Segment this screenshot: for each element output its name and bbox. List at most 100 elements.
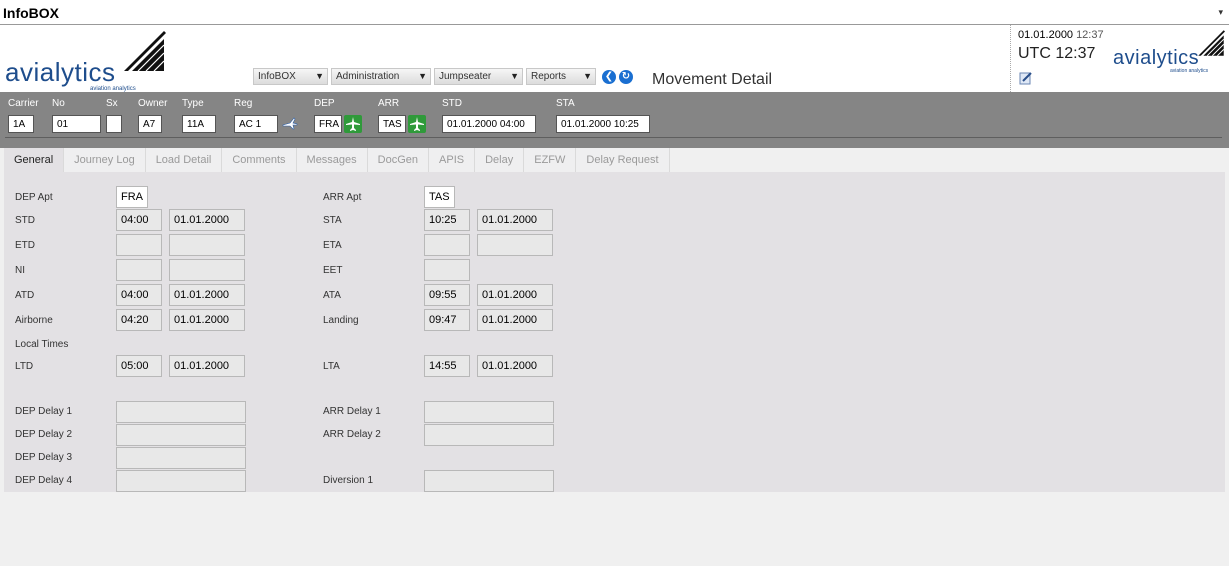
ni-time-field[interactable] — [116, 259, 162, 281]
tab-delay-request[interactable]: Delay Request — [576, 148, 670, 172]
dep-delay-3-field[interactable] — [116, 447, 246, 469]
ltd-date-field[interactable]: 01.01.2000 — [169, 355, 245, 377]
sx-label: Sx — [106, 98, 118, 109]
menu-administration[interactable]: Administration ▼ — [331, 68, 431, 85]
eta-time-field[interactable] — [424, 234, 470, 256]
menu-reports[interactable]: Reports ▼ — [526, 68, 596, 85]
app-titlebar: InfoBOX ▾ — [0, 0, 1229, 25]
menu-jumpseater[interactable]: Jumpseater ▼ — [434, 68, 523, 85]
dep-delay-1-label: DEP Delay 1 — [15, 406, 73, 417]
logo-mark-icon — [1198, 30, 1225, 56]
arr-apt-label: ARR Apt — [323, 192, 362, 203]
ni-date-field[interactable] — [169, 259, 245, 281]
ltd-label: LTD — [15, 361, 34, 372]
std-row-label: STD — [15, 215, 35, 226]
tab-journey-log[interactable]: Journey Log — [64, 148, 146, 172]
arr-delay-2-label: ARR Delay 2 — [323, 429, 381, 440]
sta-field[interactable]: 01.01.2000 10:25 — [556, 115, 650, 133]
arr-delay-2-field[interactable] — [424, 424, 554, 446]
menu-infobox[interactable]: InfoBOX ▼ — [253, 68, 328, 85]
arr-field[interactable]: TAS — [378, 115, 406, 133]
logo-mark-icon — [124, 31, 166, 71]
arrival-airport-plane-icon[interactable] — [408, 115, 426, 133]
tab-apis[interactable]: APIS — [429, 148, 476, 172]
etd-time-field[interactable] — [116, 234, 162, 256]
ltd-time-field[interactable]: 05:00 — [116, 355, 162, 377]
reg-field[interactable]: AC 1 — [234, 115, 278, 133]
ata-time-field[interactable]: 09:55 — [424, 284, 470, 306]
carrier-field[interactable]: 1A — [8, 115, 34, 133]
std-time-field[interactable]: 04:00 — [116, 209, 162, 231]
departure-airport-plane-icon[interactable] — [344, 115, 362, 133]
owner-field[interactable]: A7 — [138, 115, 162, 133]
type-field[interactable]: 11A — [182, 115, 216, 133]
menu-infobox-label: InfoBOX — [258, 71, 296, 82]
window-menu-caret-icon[interactable]: ▾ — [1218, 7, 1223, 18]
logo-wordmark: avialytics — [5, 57, 116, 87]
ata-date-field[interactable]: 01.01.2000 — [477, 284, 553, 306]
eet-time-field[interactable] — [424, 259, 470, 281]
airborne-date-field[interactable]: 01.01.2000 — [169, 309, 245, 331]
aircraft-icon[interactable] — [281, 115, 299, 133]
current-date: 01.01.2000 — [1018, 29, 1074, 41]
std-field[interactable]: 01.01.2000 04:00 — [442, 115, 536, 133]
general-panel: DEP Apt FRA STD 04:00 01.01.2000 ETD NI … — [4, 172, 1225, 492]
logo-tagline-small: aviation analytics — [1170, 68, 1209, 74]
sta-time-field[interactable]: 10:25 — [424, 209, 470, 231]
flight-no-field[interactable]: 01 — [52, 115, 101, 133]
detail-tabs: General Journey Log Load Detail Comments… — [4, 148, 670, 172]
sx-field[interactable] — [106, 115, 122, 133]
arr-label: ARR — [378, 98, 400, 109]
tab-ezfw[interactable]: EZFW — [524, 148, 577, 172]
menu-jumpseater-label: Jumpseater — [439, 71, 492, 82]
tab-comments[interactable]: Comments — [222, 148, 297, 172]
dep-apt-label: DEP Apt — [15, 192, 53, 203]
lta-time-field[interactable]: 14:55 — [424, 355, 470, 377]
airborne-time-field[interactable]: 04:20 — [116, 309, 162, 331]
atd-label: ATD — [15, 290, 35, 301]
flight-info-bar: Carrier No Sx Owner Type Reg DEP ARR STD… — [0, 92, 1229, 148]
dep-delay-2-label: DEP Delay 2 — [15, 429, 73, 440]
dep-field[interactable]: FRA — [314, 115, 342, 133]
ni-label: NI — [15, 265, 25, 276]
current-time: 12:37 — [1076, 29, 1104, 41]
landing-date-field[interactable]: 01.01.2000 — [477, 309, 553, 331]
back-arrow-icon[interactable]: ❮ — [602, 69, 616, 84]
dep-delay-1-field[interactable] — [116, 401, 246, 423]
arr-delay-1-label: ARR Delay 1 — [323, 406, 381, 417]
current-datetime: 01.01.2000 12:37 — [1018, 29, 1104, 41]
utc-clock: UTC 12:37 — [1018, 45, 1096, 62]
tab-docgen[interactable]: DocGen — [367, 148, 430, 172]
dep-delay-4-field[interactable] — [116, 470, 246, 492]
arr-delay-1-field[interactable] — [424, 401, 554, 423]
arr-apt-field[interactable]: TAS — [424, 186, 455, 208]
atd-time-field[interactable]: 04:00 — [116, 284, 162, 306]
std-date-field[interactable]: 01.01.2000 — [169, 209, 245, 231]
atd-date-field[interactable]: 01.01.2000 — [169, 284, 245, 306]
dropdown-arrow-icon: ▼ — [510, 71, 519, 81]
refresh-icon[interactable]: ↻ — [619, 69, 633, 84]
tab-load-detail[interactable]: Load Detail — [145, 148, 223, 172]
header: avialytics aviation analytics InfoBOX ▼ … — [0, 25, 1229, 92]
landing-time-field[interactable]: 09:47 — [424, 309, 470, 331]
tab-general[interactable]: General — [4, 148, 65, 172]
edit-pencil-icon[interactable] — [1019, 71, 1033, 85]
header-divider — [1010, 25, 1011, 92]
flight-no-label: No — [52, 98, 65, 109]
dep-apt-field[interactable]: FRA — [116, 186, 148, 208]
diversion-1-field[interactable] — [424, 470, 554, 492]
etd-label: ETD — [15, 240, 35, 251]
tab-messages[interactable]: Messages — [296, 148, 368, 172]
etd-date-field[interactable] — [169, 234, 245, 256]
dropdown-arrow-icon: ▼ — [418, 71, 427, 81]
menu-administration-label: Administration — [336, 71, 400, 82]
lta-date-field[interactable]: 01.01.2000 — [477, 355, 553, 377]
eta-date-field[interactable] — [477, 234, 553, 256]
landing-label: Landing — [323, 315, 359, 326]
logo-wordmark-small: avialytics — [1113, 47, 1200, 69]
type-label: Type — [182, 98, 204, 109]
dep-delay-2-field[interactable] — [116, 424, 246, 446]
tab-delay[interactable]: Delay — [475, 148, 525, 172]
flight-bar-rule — [5, 137, 1222, 138]
sta-date-field[interactable]: 01.01.2000 — [477, 209, 553, 231]
